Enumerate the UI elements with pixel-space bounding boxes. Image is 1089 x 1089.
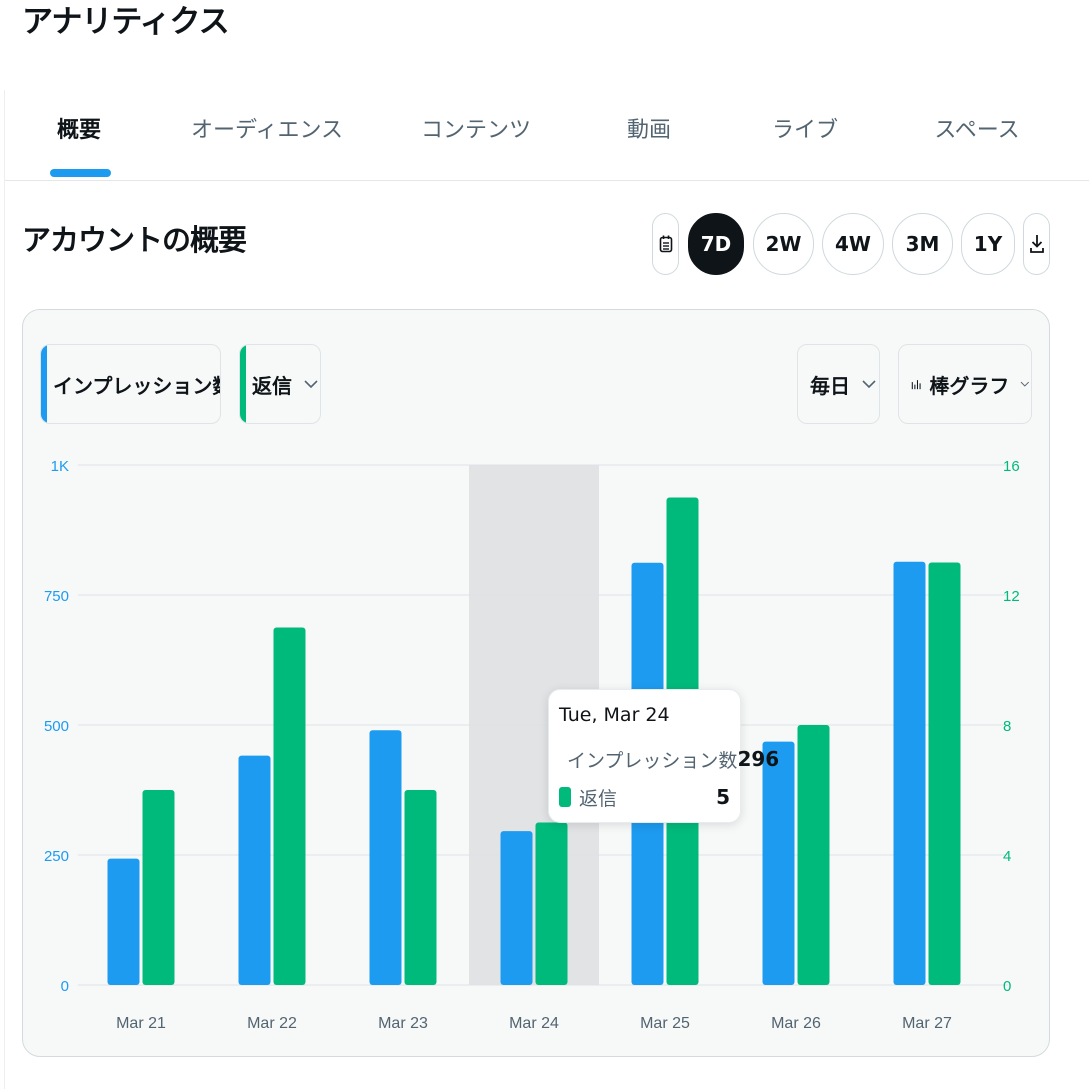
legend-swatch-replies: [559, 787, 571, 807]
tooltip-row-replies: 返信 5: [559, 784, 730, 810]
bar-chart: 0 0 250 4 500 8 750 12 1K 16 Mar 21 Mar 22 Mar 23 Mar…: [44, 458, 1020, 1032]
tooltip-series-value: 5: [716, 785, 730, 809]
tab-spaces[interactable]: スペース: [934, 112, 1019, 144]
range-3m-button[interactable]: 3M: [892, 213, 953, 275]
bar-impressions: [762, 741, 795, 985]
download-icon: [1029, 235, 1044, 253]
calendar-icon: [659, 235, 672, 253]
y-left-tick-label: 500: [44, 718, 69, 735]
tab-video[interactable]: 動画: [627, 112, 671, 144]
bar-impressions: [893, 561, 926, 985]
range-2w-button[interactable]: 2W: [753, 213, 814, 275]
bar-replies: [273, 627, 306, 985]
bar-impressions: [500, 831, 533, 985]
tab-audience[interactable]: オーディエンス: [191, 112, 343, 144]
bar-impressions: [107, 858, 140, 985]
y-left-tick-label: 0: [61, 978, 69, 995]
bar-replies: [142, 790, 175, 985]
tab-content[interactable]: コンテンツ: [421, 112, 531, 144]
y-right-tick-label: 16: [1003, 458, 1020, 475]
x-tick-label: Mar 25: [640, 1015, 690, 1032]
bar-replies: [928, 562, 961, 985]
download-button[interactable]: [1023, 213, 1050, 275]
y-right-tick-label: 4: [1003, 848, 1011, 865]
bar-impressions: [369, 730, 402, 985]
analytics-tabs: 概要 オーディエンス コンテンツ 動画 ライブ スペース: [4, 90, 1089, 181]
x-tick-label: Mar 21: [116, 1015, 166, 1032]
chart-tooltip: Tue, Mar 24 インプレッション数 296 返信 5: [548, 689, 779, 823]
tab-overview[interactable]: 概要: [57, 112, 101, 144]
divider: [4, 180, 5, 1089]
x-tick-label: Mar 24: [509, 1015, 559, 1032]
y-right-tick-label: 8: [1003, 718, 1011, 735]
range-7d-button[interactable]: 7D: [688, 213, 744, 275]
chart-card: インプレッション数 返信 毎日 棒グラフ 0 0 250 4 500 8 750 12 1K 16…: [22, 309, 1050, 1057]
tooltip-series-name: 返信: [579, 787, 618, 810]
tab-live[interactable]: ライブ: [772, 112, 838, 144]
bar-replies: [535, 822, 568, 985]
active-tab-indicator: [50, 169, 111, 177]
tooltip-series-value: 296: [737, 747, 780, 771]
tooltip-date: Tue, Mar 24: [559, 704, 670, 726]
x-tick-label: Mar 22: [247, 1015, 297, 1032]
calendar-button[interactable]: [652, 213, 679, 275]
bar-impressions: [238, 755, 271, 985]
bar-replies: [404, 790, 437, 985]
y-left-tick-label: 250: [44, 848, 69, 865]
y-left-tick-label: 750: [44, 588, 69, 605]
x-tick-label: Mar 26: [771, 1015, 821, 1032]
tooltip-series-name: インプレッション数: [567, 749, 738, 772]
y-left-tick-label: 1K: [51, 458, 69, 475]
range-1y-button[interactable]: 1Y: [961, 213, 1015, 275]
page-title: アナリティクス: [22, 4, 230, 40]
y-right-tick-label: 12: [1003, 588, 1020, 605]
x-tick-label: Mar 23: [378, 1015, 428, 1032]
bar-replies: [797, 725, 830, 985]
tooltip-row-impressions: インプレッション数 296: [559, 746, 779, 772]
section-title: アカウントの概要: [22, 223, 247, 257]
range-4w-button[interactable]: 4W: [822, 213, 884, 275]
y-right-tick-label: 0: [1003, 978, 1011, 995]
x-tick-label: Mar 27: [902, 1015, 952, 1032]
